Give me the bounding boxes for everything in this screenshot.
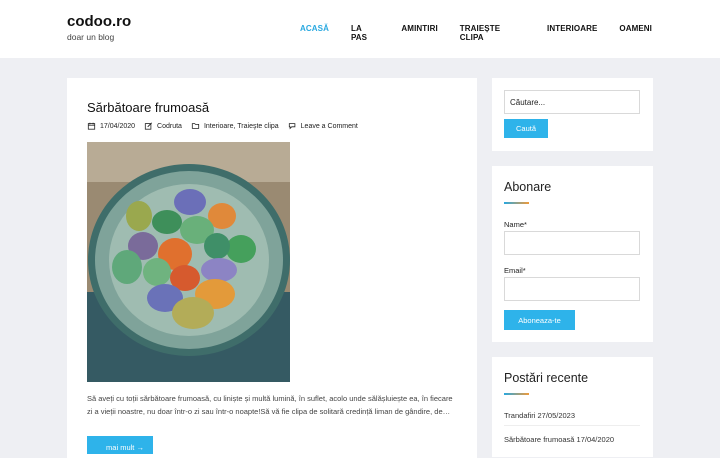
post-categories[interactable]: Interioare, Traieşte clipa [204,123,279,130]
site-title[interactable]: codoo.ro [67,13,131,30]
post-meta: 17/04/2020 Codruta Interioare, Traieşte … [87,122,367,130]
nav-item-la-pas[interactable]: LA PAS [351,24,379,42]
subscribe-title: Abonare [504,180,552,194]
name-label: Name* [504,220,527,229]
easter-eggs-bowl-image [87,142,290,382]
site-header: codoo.ro doar un blog ACASĂ LA PAS AMINT… [0,0,720,58]
post-card: Sărbătoare frumoasă 17/04/2020 Codruta I… [67,78,477,458]
edit-icon [144,122,153,130]
post-date[interactable]: 17/04/2020 [100,123,135,130]
site-tagline: doar un blog [67,32,115,42]
recent-post-link[interactable]: Sărbătoare frumoasă 17/04/2020 [504,435,614,444]
main-nav: ACASĂ LA PAS AMINTIRI TRAIEȘTE CLIPA INT… [300,24,652,42]
post-title[interactable]: Sărbătoare frumoasă [87,100,209,115]
search-input[interactable] [504,90,640,114]
title-underline [504,393,529,395]
calendar-icon [87,122,96,130]
nav-item-acasa[interactable]: ACASĂ [300,24,329,42]
search-widget: Caută [492,78,653,151]
nav-item-oameni[interactable]: OAMENI [619,24,652,42]
recent-posts-title: Postări recente [504,371,589,385]
folder-icon [191,123,200,129]
email-label: Email* [504,266,526,275]
post-excerpt: Să aveți cu toții sărbătoare frumoasă, c… [87,394,453,416]
post-comments-link[interactable]: Leave a Comment [301,123,358,130]
nav-item-amintiri[interactable]: AMINTIRI [401,24,437,42]
subscribe-button[interactable]: Aboneaza-te [504,310,575,330]
post-author[interactable]: Codruta [157,123,182,130]
comment-icon [288,123,295,130]
nav-item-interioare[interactable]: INTERIOARE [547,24,597,42]
email-field[interactable] [504,277,640,301]
post-featured-image[interactable] [87,142,290,382]
title-underline [504,202,529,204]
search-button[interactable]: Caută [504,119,548,138]
divider [504,425,640,426]
name-field[interactable] [504,231,640,255]
recent-post-link[interactable]: Trandafiri 27/05/2023 [504,411,575,420]
recent-posts-widget: Postări recente Trandafiri 27/05/2023 Să… [492,357,653,457]
read-more-button[interactable]: mai mult → [87,436,153,454]
nav-item-traieste-clipa[interactable]: TRAIEȘTE CLIPA [460,24,525,42]
subscribe-widget: Abonare Name* Email* Aboneaza-te [492,166,653,342]
